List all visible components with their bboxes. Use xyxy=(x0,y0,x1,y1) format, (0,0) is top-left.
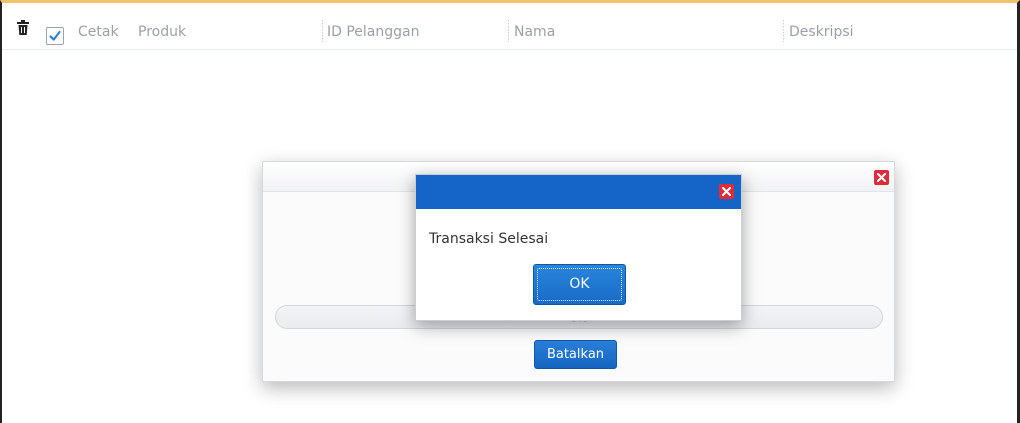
close-icon[interactable] xyxy=(874,170,889,185)
ok-button[interactable]: OK xyxy=(533,264,626,305)
trash-icon[interactable] xyxy=(16,20,30,36)
table-header: Cetak Produk ID Pelanggan Nama Deskripsi xyxy=(2,3,1017,50)
print-label: Cetak xyxy=(78,24,119,40)
column-header-produk[interactable]: Produk xyxy=(138,24,186,40)
focus-ring xyxy=(537,268,622,301)
close-icon[interactable] xyxy=(719,184,734,199)
message-text: Transaksi Selesai xyxy=(429,231,549,247)
checkmark-icon xyxy=(49,30,61,41)
print-checkbox[interactable] xyxy=(46,27,64,45)
column-header-nama[interactable]: Nama xyxy=(514,24,555,40)
app-window: Cetak Produk ID Pelanggan Nama Deskripsi… xyxy=(0,0,1020,423)
message-dialog-titlebar[interactable] xyxy=(416,175,741,209)
message-dialog: Transaksi Selesai OK xyxy=(415,174,742,321)
column-divider[interactable] xyxy=(322,20,323,42)
column-header-id-pelanggan[interactable]: ID Pelanggan xyxy=(327,24,419,40)
column-divider[interactable] xyxy=(508,20,509,42)
column-header-deskripsi[interactable]: Deskripsi xyxy=(789,24,854,40)
cancel-button[interactable]: Batalkan xyxy=(534,340,617,369)
column-divider[interactable] xyxy=(783,20,784,42)
